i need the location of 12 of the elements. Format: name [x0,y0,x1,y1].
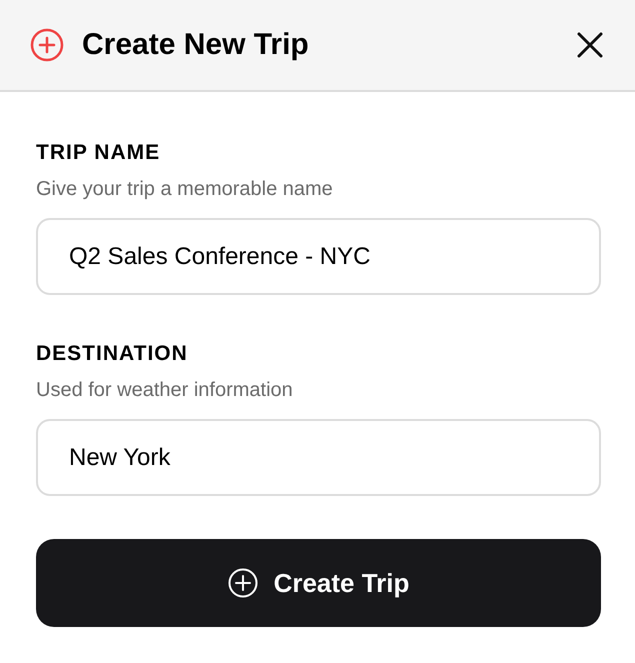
input-field[interactable]: Q2 Sales Conference - NYC [36,218,601,295]
add-icon [228,568,258,598]
dialog-title: Create New Trip [82,30,309,60]
field-hint: Give your trip a memorable name [36,177,334,202]
field-label: TRIP NAME [36,140,162,166]
field-label: DESTINATION [36,341,189,367]
field-hint: Used for weather information [36,378,294,403]
input-field[interactable]: New York [36,419,601,496]
create-trip-button[interactable]: Create Trip [36,539,601,627]
close-icon [577,32,603,58]
close-button[interactable] [575,30,605,60]
add-icon [30,28,64,62]
